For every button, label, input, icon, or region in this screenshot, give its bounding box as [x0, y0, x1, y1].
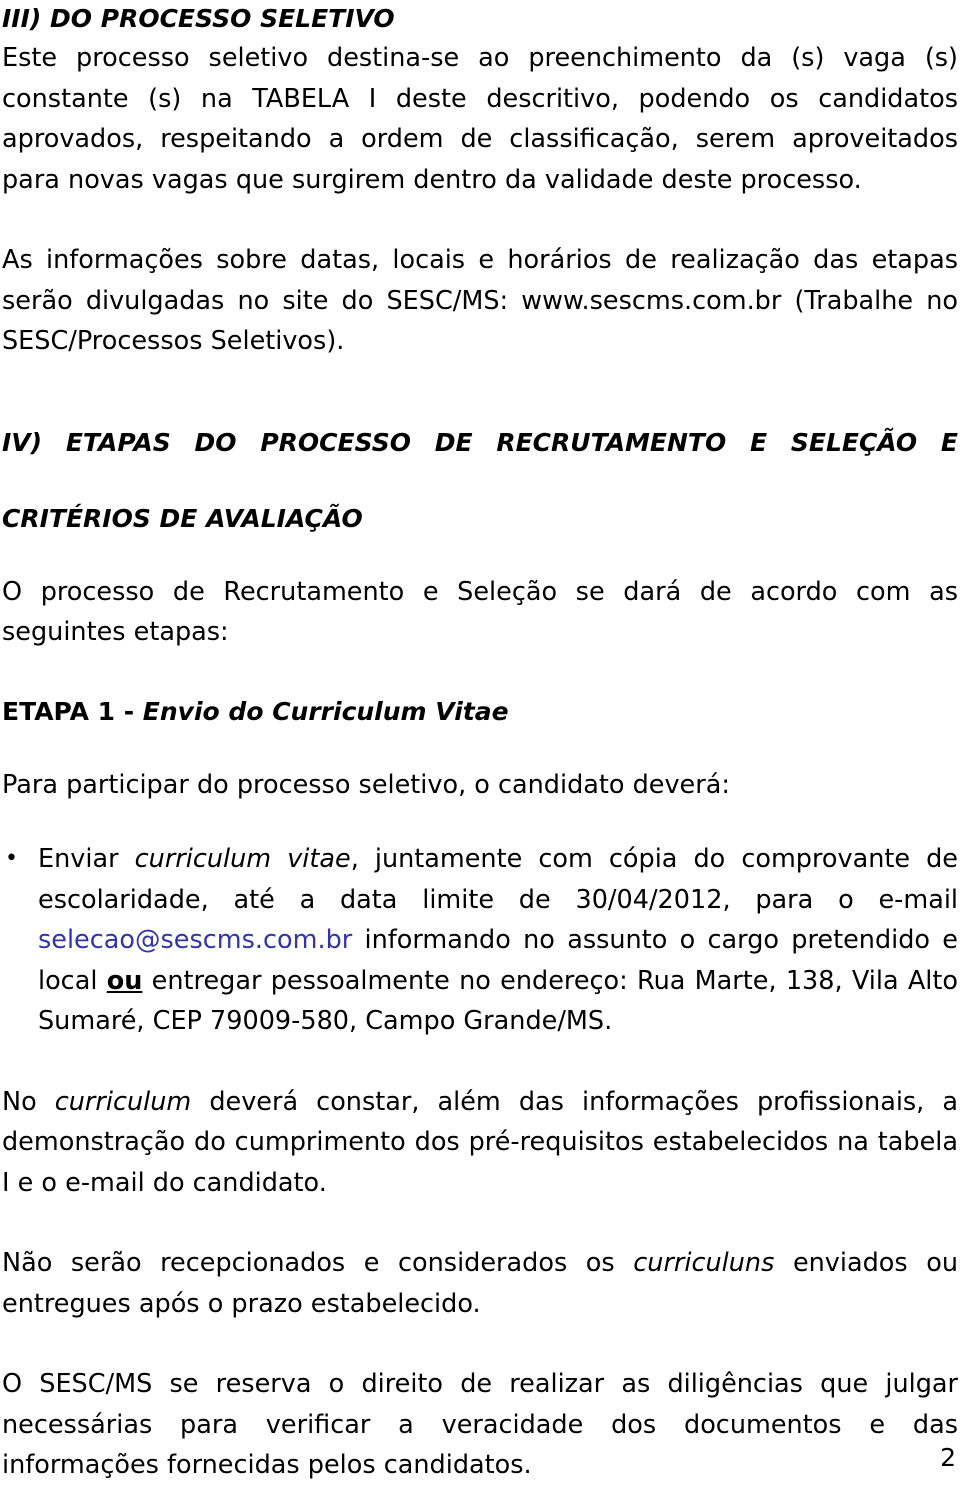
document-page: III) DO PROCESSO SELETIVO Este processo … — [0, 0, 960, 1480]
list-item-text: Enviar curriculum vitae, juntamente com … — [38, 844, 958, 1036]
paragraph-diligencias: O SESC/MS se reserva o direito de realiz… — [2, 1369, 958, 1480]
paragraph-6-seg-curriculuns: curriculuns — [633, 1248, 775, 1278]
section-heading-iv-line2: CRITÉRIOS DE AVALIAÇÃO — [2, 503, 363, 533]
paragraph-etapas-intro: O processo de Recrutamento e Seleção se … — [2, 576, 958, 648]
section-heading-iii-text: III) DO PROCESSO SELETIVO — [2, 4, 395, 33]
subheading-etapa-1-title: Envio do Curriculum Vitae — [142, 696, 509, 726]
paragraph-informacoes-datas: As informações sobre datas, locais e hor… — [2, 245, 958, 356]
section-heading-iv: IV) ETAPAS DO PROCESSO DE RECRUTAMENTO E… — [2, 424, 958, 538]
bullet-dot-icon: • — [5, 846, 18, 871]
document-content: III) DO PROCESSO SELETIVO Este processo … — [2, 0, 958, 1486]
paragraph-5-seg-1: No — [2, 1086, 55, 1117]
list-item-seg-7: entregar pessoalmente no endereço: Rua M… — [38, 965, 958, 1037]
paragraph-participar-intro: Para participar do processo seletivo, o … — [2, 769, 730, 800]
section-heading-iv-line1: IV) ETAPAS DO PROCESSO DE RECRUTAMENTO E… — [2, 427, 958, 457]
list-item-seg-1: Enviar — [38, 844, 135, 874]
paragraph-prazo: Não serão recepcionados e considerados o… — [2, 1243, 958, 1324]
list-item: • Enviar curriculum vitae, juntamente com… — [2, 839, 958, 1042]
list-item-seg-curriculum-vitae: curriculum vitae — [134, 844, 351, 874]
page-number: 2 — [940, 1443, 956, 1472]
paragraph-curriculum-conteudo: No curriculum deverá constar, além das i… — [2, 1082, 958, 1204]
requirements-list: • Enviar curriculum vitae, juntamente com… — [2, 839, 958, 1042]
subheading-etapa-1-prefix: ETAPA 1 - — [2, 696, 143, 726]
list-item-seg-ou: ou — [106, 965, 143, 996]
email-link[interactable]: selecao@sescms.com.br — [38, 925, 352, 955]
subheading-etapa-1: ETAPA 1 - Envio do Curriculum Vitae — [2, 693, 958, 731]
paragraph-5-seg-curriculum: curriculum — [54, 1086, 192, 1117]
section-heading-iii: III) DO PROCESSO SELETIVO — [2, 0, 958, 38]
paragraph-processo-seletivo: Este processo seletivo destina-se ao pre… — [2, 43, 958, 195]
paragraph-6-seg-1: Não serão recepcionados e considerados o… — [2, 1248, 634, 1278]
